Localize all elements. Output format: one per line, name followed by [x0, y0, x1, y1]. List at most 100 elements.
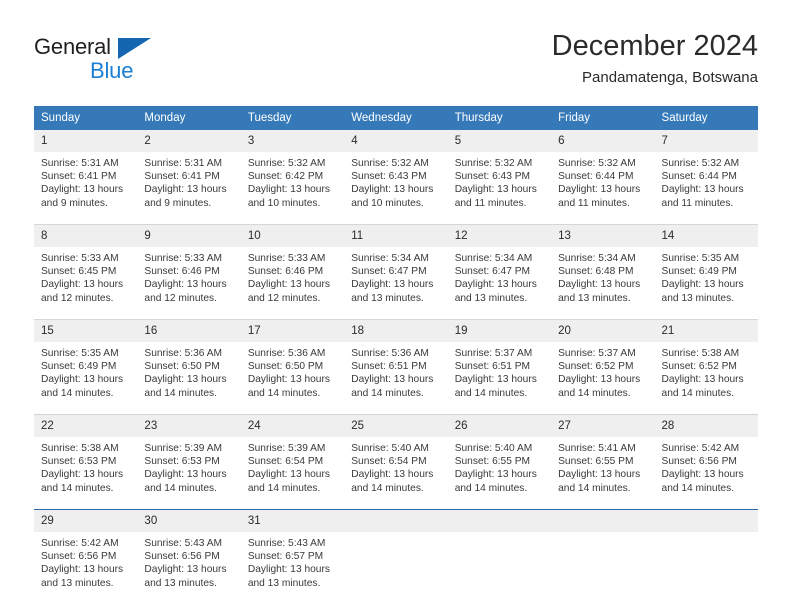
day-details: Sunrise: 5:32 AM Sunset: 6:43 PM Daylight:… [344, 152, 447, 224]
daylight-text-line2: and 13 minutes. [144, 577, 217, 589]
day-number: 16 [137, 320, 241, 342]
blue-triangle-icon [118, 38, 151, 59]
day-cell[interactable]: 12 Sunrise: 5:34 AM Sunset: 6:47 PM Dayligh… [447, 224, 552, 320]
day-number: 6 [551, 130, 655, 152]
day-cell[interactable]: 30 Sunrise: 5:43 AM Sunset: 6:56 PM Dayligh… [137, 509, 241, 604]
sunrise-sunset-calendar: Sunday Monday Tuesday Wednesday Thursday… [34, 106, 758, 604]
sunset-text: Sunset: 6:51 PM [454, 361, 531, 373]
day-cell[interactable]: 10 Sunrise: 5:33 AM Sunset: 6:46 PM Dayligh… [240, 224, 345, 320]
daylight-text-line2: and 11 minutes. [558, 197, 630, 209]
day-cell[interactable]: 27 Sunrise: 5:41 AM Sunset: 6:55 PM Dayligh… [551, 414, 655, 510]
day-cell[interactable]: 13 Sunrise: 5:34 AM Sunset: 6:48 PM Dayligh… [551, 224, 655, 320]
sunrise-text: Sunrise: 5:31 AM [144, 158, 223, 169]
logo-text-general: General [34, 34, 111, 59]
day-cell[interactable]: 20 Sunrise: 5:37 AM Sunset: 6:52 PM Dayligh… [551, 319, 655, 415]
daylight-text-line2: and 11 minutes. [454, 197, 527, 209]
daylight-text-line1: Daylight: 13 hours [558, 469, 641, 481]
sunrise-text: Sunrise: 5:34 AM [454, 253, 533, 264]
sunrise-text: Sunrise: 5:37 AM [558, 348, 636, 359]
daylight-text-line1: Daylight: 13 hours [247, 184, 330, 196]
day-cell[interactable]: 16 Sunrise: 5:36 AM Sunset: 6:50 PM Dayligh… [137, 319, 241, 415]
sunset-text: Sunset: 6:46 PM [144, 266, 220, 278]
weekday-header-sunday: Sunday [34, 106, 138, 130]
day-cell[interactable]: 21 Sunrise: 5:38 AM Sunset: 6:52 PM Dayligh… [654, 319, 758, 415]
day-cell[interactable]: 2 Sunrise: 5:31 AM Sunset: 6:41 PM Daylight… [137, 130, 241, 225]
sunset-text: Sunset: 6:49 PM [661, 266, 737, 278]
day-number: 7 [654, 130, 758, 152]
sunrise-text: Sunrise: 5:40 AM [454, 443, 533, 454]
day-cell[interactable]: 23 Sunrise: 5:39 AM Sunset: 6:53 PM Dayligh… [137, 414, 241, 510]
day-cell[interactable]: 8 Sunrise: 5:33 AM Sunset: 6:45 PM Daylight… [34, 224, 138, 320]
day-details: Sunrise: 5:32 AM Sunset: 6:44 PM Daylight:… [551, 152, 654, 224]
day-number: 29 [34, 510, 138, 532]
calendar-body: 1 Sunrise: 5:31 AM Sunset: 6:41 PM Daylight… [34, 130, 758, 604]
day-details: Sunrise: 5:37 AM Sunset: 6:51 PM Daylight:… [448, 342, 551, 414]
day-cell[interactable]: 22 Sunrise: 5:38 AM Sunset: 6:53 PM Dayligh… [34, 414, 138, 510]
sunrise-text: Sunrise: 5:34 AM [558, 253, 636, 264]
daylight-text-line2: and 13 minutes. [351, 292, 424, 304]
day-cell-empty [551, 509, 655, 604]
daylight-text-line1: Daylight: 13 hours [144, 374, 227, 386]
sunset-text: Sunset: 6:47 PM [454, 266, 531, 278]
sunset-text: Sunset: 6:57 PM [247, 551, 324, 563]
daylight-text-line1: Daylight: 13 hours [558, 184, 641, 196]
sunset-text: Sunset: 6:45 PM [41, 266, 117, 278]
day-number: 10 [240, 225, 345, 247]
weekday-header-thursday: Thursday [447, 106, 552, 130]
day-number: 2 [137, 130, 241, 152]
daylight-text-line2: and 10 minutes. [351, 197, 424, 209]
sunrise-text: Sunrise: 5:32 AM [247, 158, 326, 169]
day-number [551, 510, 655, 532]
sunrise-text: Sunrise: 5:32 AM [661, 158, 740, 169]
daylight-text-line2: and 13 minutes. [41, 577, 114, 589]
day-cell[interactable]: 18 Sunrise: 5:36 AM Sunset: 6:51 PM Dayligh… [344, 319, 448, 415]
sunrise-text: Sunrise: 5:32 AM [351, 158, 429, 169]
sunset-text: Sunset: 6:41 PM [41, 171, 117, 183]
day-cell[interactable]: 29 Sunrise: 5:42 AM Sunset: 6:56 PM Dayligh… [34, 509, 138, 604]
daylight-text-line2: and 14 minutes. [247, 482, 321, 494]
day-number: 22 [34, 415, 138, 437]
day-cell[interactable]: 31 Sunrise: 5:43 AM Sunset: 6:57 PM Dayligh… [240, 509, 345, 604]
day-cell[interactable]: 17 Sunrise: 5:36 AM Sunset: 6:50 PM Dayligh… [240, 319, 345, 415]
day-cell[interactable]: 19 Sunrise: 5:37 AM Sunset: 6:51 PM Dayligh… [447, 319, 552, 415]
day-cell[interactable]: 1 Sunrise: 5:31 AM Sunset: 6:41 PM Daylight… [34, 130, 138, 225]
sunrise-text: Sunrise: 5:40 AM [351, 443, 429, 454]
day-cell[interactable]: 25 Sunrise: 5:40 AM Sunset: 6:54 PM Dayligh… [344, 414, 448, 510]
daylight-text-line1: Daylight: 13 hours [558, 374, 641, 386]
daylight-text-line2: and 13 minutes. [247, 577, 321, 589]
sunset-text: Sunset: 6:48 PM [558, 266, 634, 278]
day-number [344, 510, 448, 532]
day-cell[interactable]: 4 Sunrise: 5:32 AM Sunset: 6:43 PM Daylight… [344, 130, 448, 225]
daylight-text-line2: and 14 minutes. [558, 482, 631, 494]
day-cell[interactable]: 3 Sunrise: 5:32 AM Sunset: 6:42 PM Daylight… [240, 130, 345, 225]
sunset-text: Sunset: 6:41 PM [144, 171, 220, 183]
daylight-text-line1: Daylight: 13 hours [558, 279, 641, 291]
week-row: 8 Sunrise: 5:33 AM Sunset: 6:45 PM Daylight… [34, 224, 758, 320]
day-number: 12 [447, 225, 552, 247]
day-cell[interactable]: 24 Sunrise: 5:39 AM Sunset: 6:54 PM Dayligh… [240, 414, 345, 510]
day-cell[interactable]: 9 Sunrise: 5:33 AM Sunset: 6:46 PM Daylight… [137, 224, 241, 320]
sunrise-text: Sunrise: 5:32 AM [454, 158, 533, 169]
day-cell[interactable]: 14 Sunrise: 5:35 AM Sunset: 6:49 PM Dayligh… [654, 224, 758, 320]
day-cell[interactable]: 26 Sunrise: 5:40 AM Sunset: 6:55 PM Dayligh… [447, 414, 552, 510]
sunrise-text: Sunrise: 5:35 AM [41, 348, 119, 359]
daylight-text-line2: and 14 minutes. [351, 482, 424, 494]
day-details: Sunrise: 5:39 AM Sunset: 6:53 PM Daylight:… [137, 437, 240, 509]
day-cell[interactable]: 5 Sunrise: 5:32 AM Sunset: 6:43 PM Daylight… [447, 130, 552, 225]
day-details: Sunrise: 5:34 AM Sunset: 6:47 PM Daylight:… [448, 247, 551, 319]
day-cell[interactable]: 6 Sunrise: 5:32 AM Sunset: 6:44 PM Daylight… [551, 130, 655, 225]
sunset-text: Sunset: 6:43 PM [454, 171, 531, 183]
sunset-text: Sunset: 6:55 PM [558, 456, 634, 468]
day-number: 9 [137, 225, 241, 247]
daylight-text-line2: and 14 minutes. [41, 387, 114, 399]
generalblue-logo[interactable]: General Blue [34, 34, 164, 86]
sunrise-text: Sunrise: 5:39 AM [247, 443, 326, 454]
day-cell[interactable]: 11 Sunrise: 5:34 AM Sunset: 6:47 PM Dayligh… [344, 224, 448, 320]
day-number: 17 [240, 320, 345, 342]
day-cell[interactable]: 7 Sunrise: 5:32 AM Sunset: 6:44 PM Daylight… [654, 130, 758, 225]
day-cell[interactable]: 15 Sunrise: 5:35 AM Sunset: 6:49 PM Dayligh… [34, 319, 138, 415]
weekday-header: Sunday Monday Tuesday Wednesday Thursday… [34, 106, 758, 130]
sunrise-text: Sunrise: 5:38 AM [661, 348, 740, 359]
sunset-text: Sunset: 6:47 PM [351, 266, 427, 278]
day-cell[interactable]: 28 Sunrise: 5:42 AM Sunset: 6:56 PM Dayligh… [654, 414, 758, 510]
